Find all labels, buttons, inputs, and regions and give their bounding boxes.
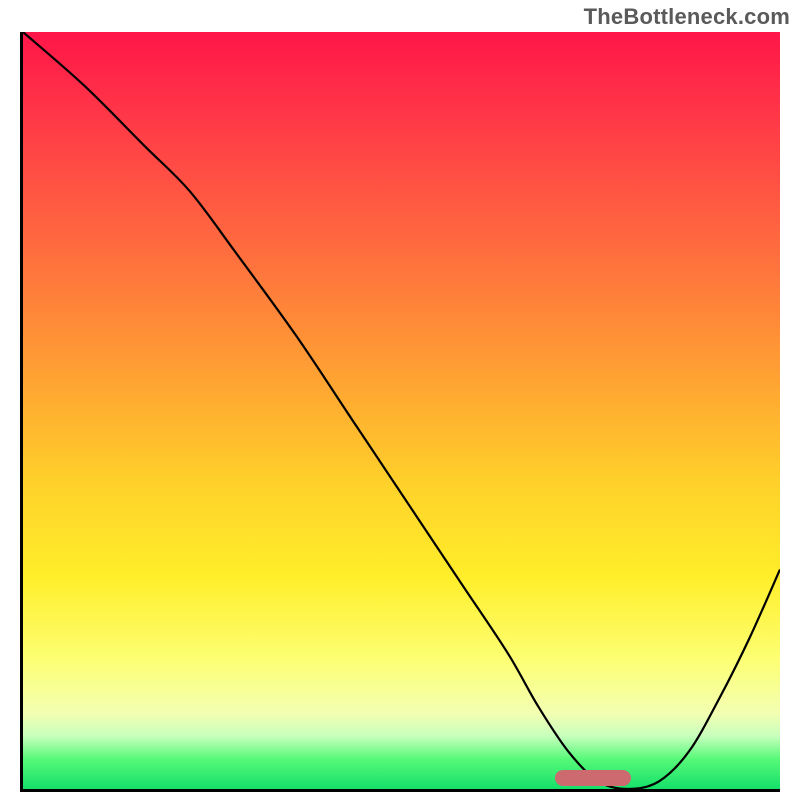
- chart-container: TheBottleneck.com: [0, 0, 800, 800]
- watermark-text: TheBottleneck.com: [584, 4, 790, 30]
- bottleneck-curve: [23, 32, 780, 789]
- minimum-marker: [555, 770, 631, 786]
- plot-area: [20, 32, 780, 792]
- curve-svg: [23, 32, 780, 789]
